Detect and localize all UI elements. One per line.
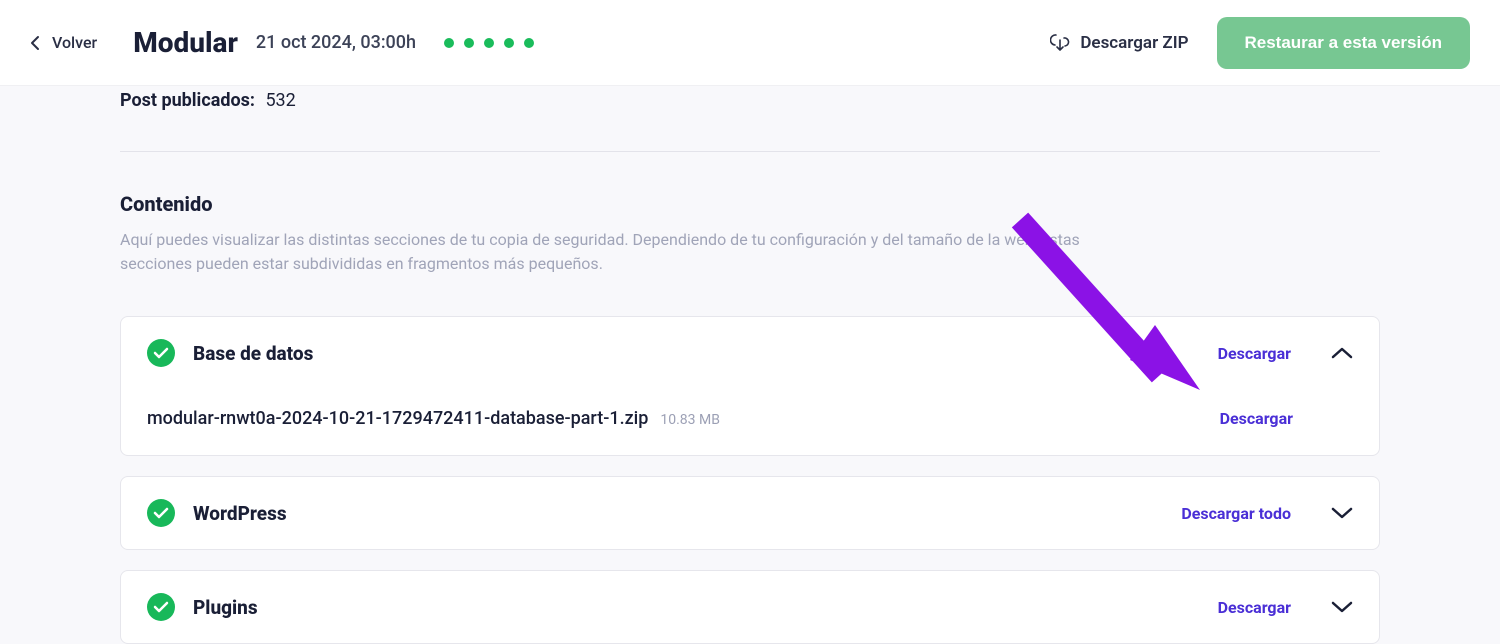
main-content: Post publicados: 532 Contenido Aquí pued… (0, 86, 1500, 644)
page-header: Volver Modular 21 oct 2024, 03:00h Desca… (0, 0, 1500, 86)
status-dot-icon (464, 38, 474, 48)
card-left: Plugins (147, 593, 258, 621)
posts-label: Post publicados: (120, 90, 255, 111)
content-heading: Contenido (120, 192, 1380, 216)
header-right: Descargar ZIP Restaurar a esta versión (1050, 17, 1470, 69)
status-dots (444, 38, 534, 48)
card-title-wordpress: WordPress (193, 502, 287, 525)
posts-published-row: Post publicados: 532 (120, 86, 1380, 151)
restore-button[interactable]: Restaurar a esta versión (1217, 17, 1471, 69)
card-header-database[interactable]: Base de datos Descargar (121, 317, 1379, 389)
download-zip-button[interactable]: Descargar ZIP (1050, 33, 1188, 53)
file-name: modular-rnwt0a-2024-10-21-1729472411-dat… (147, 408, 648, 429)
chevron-up-icon[interactable] (1331, 347, 1353, 359)
card-left: WordPress (147, 499, 287, 527)
card-header-plugins[interactable]: Plugins Descargar (121, 571, 1379, 643)
card-right: Descargar (1218, 344, 1353, 363)
card-left: Base de datos (147, 339, 313, 367)
file-row: modular-rnwt0a-2024-10-21-1729472411-dat… (147, 390, 1353, 429)
check-icon (147, 339, 175, 367)
status-dot-icon (444, 38, 454, 48)
chevron-down-icon[interactable] (1331, 507, 1353, 519)
page-title: Modular (133, 26, 238, 59)
card-plugins: Plugins Descargar (120, 570, 1380, 644)
content-description: Aquí puedes visualizar las distintas sec… (120, 228, 1080, 276)
card-title-plugins: Plugins (193, 596, 258, 619)
status-dot-icon (524, 38, 534, 48)
card-right: Descargar (1218, 598, 1353, 617)
card-title-database: Base de datos (193, 342, 313, 365)
download-zip-label: Descargar ZIP (1080, 33, 1188, 53)
back-label: Volver (52, 33, 97, 52)
file-left: modular-rnwt0a-2024-10-21-1729472411-dat… (147, 408, 720, 429)
download-link-database[interactable]: Descargar (1218, 344, 1291, 363)
status-dot-icon (504, 38, 514, 48)
download-link-wordpress[interactable]: Descargar todo (1181, 504, 1291, 523)
card-wordpress: WordPress Descargar todo (120, 476, 1380, 550)
back-button[interactable]: Volver (30, 33, 97, 52)
chevron-left-icon (30, 35, 40, 51)
card-body-database: modular-rnwt0a-2024-10-21-1729472411-dat… (121, 389, 1379, 455)
chevron-down-icon[interactable] (1331, 601, 1353, 613)
card-header-wordpress[interactable]: WordPress Descargar todo (121, 477, 1379, 549)
card-database: Base de datos Descargar modular-rnwt0a-2… (120, 316, 1380, 456)
datetime-label: 21 oct 2024, 03:00h (256, 32, 416, 53)
status-dot-icon (484, 38, 494, 48)
download-icon (1050, 33, 1070, 53)
download-link-file[interactable]: Descargar (1220, 409, 1293, 428)
posts-value: 532 (265, 90, 295, 111)
file-size: 10.83 MB (660, 412, 720, 428)
download-link-plugins[interactable]: Descargar (1218, 598, 1291, 617)
check-icon (147, 593, 175, 621)
header-left: Volver Modular 21 oct 2024, 03:00h (30, 26, 534, 59)
check-icon (147, 499, 175, 527)
divider (120, 151, 1380, 152)
card-right: Descargar todo (1181, 504, 1353, 523)
